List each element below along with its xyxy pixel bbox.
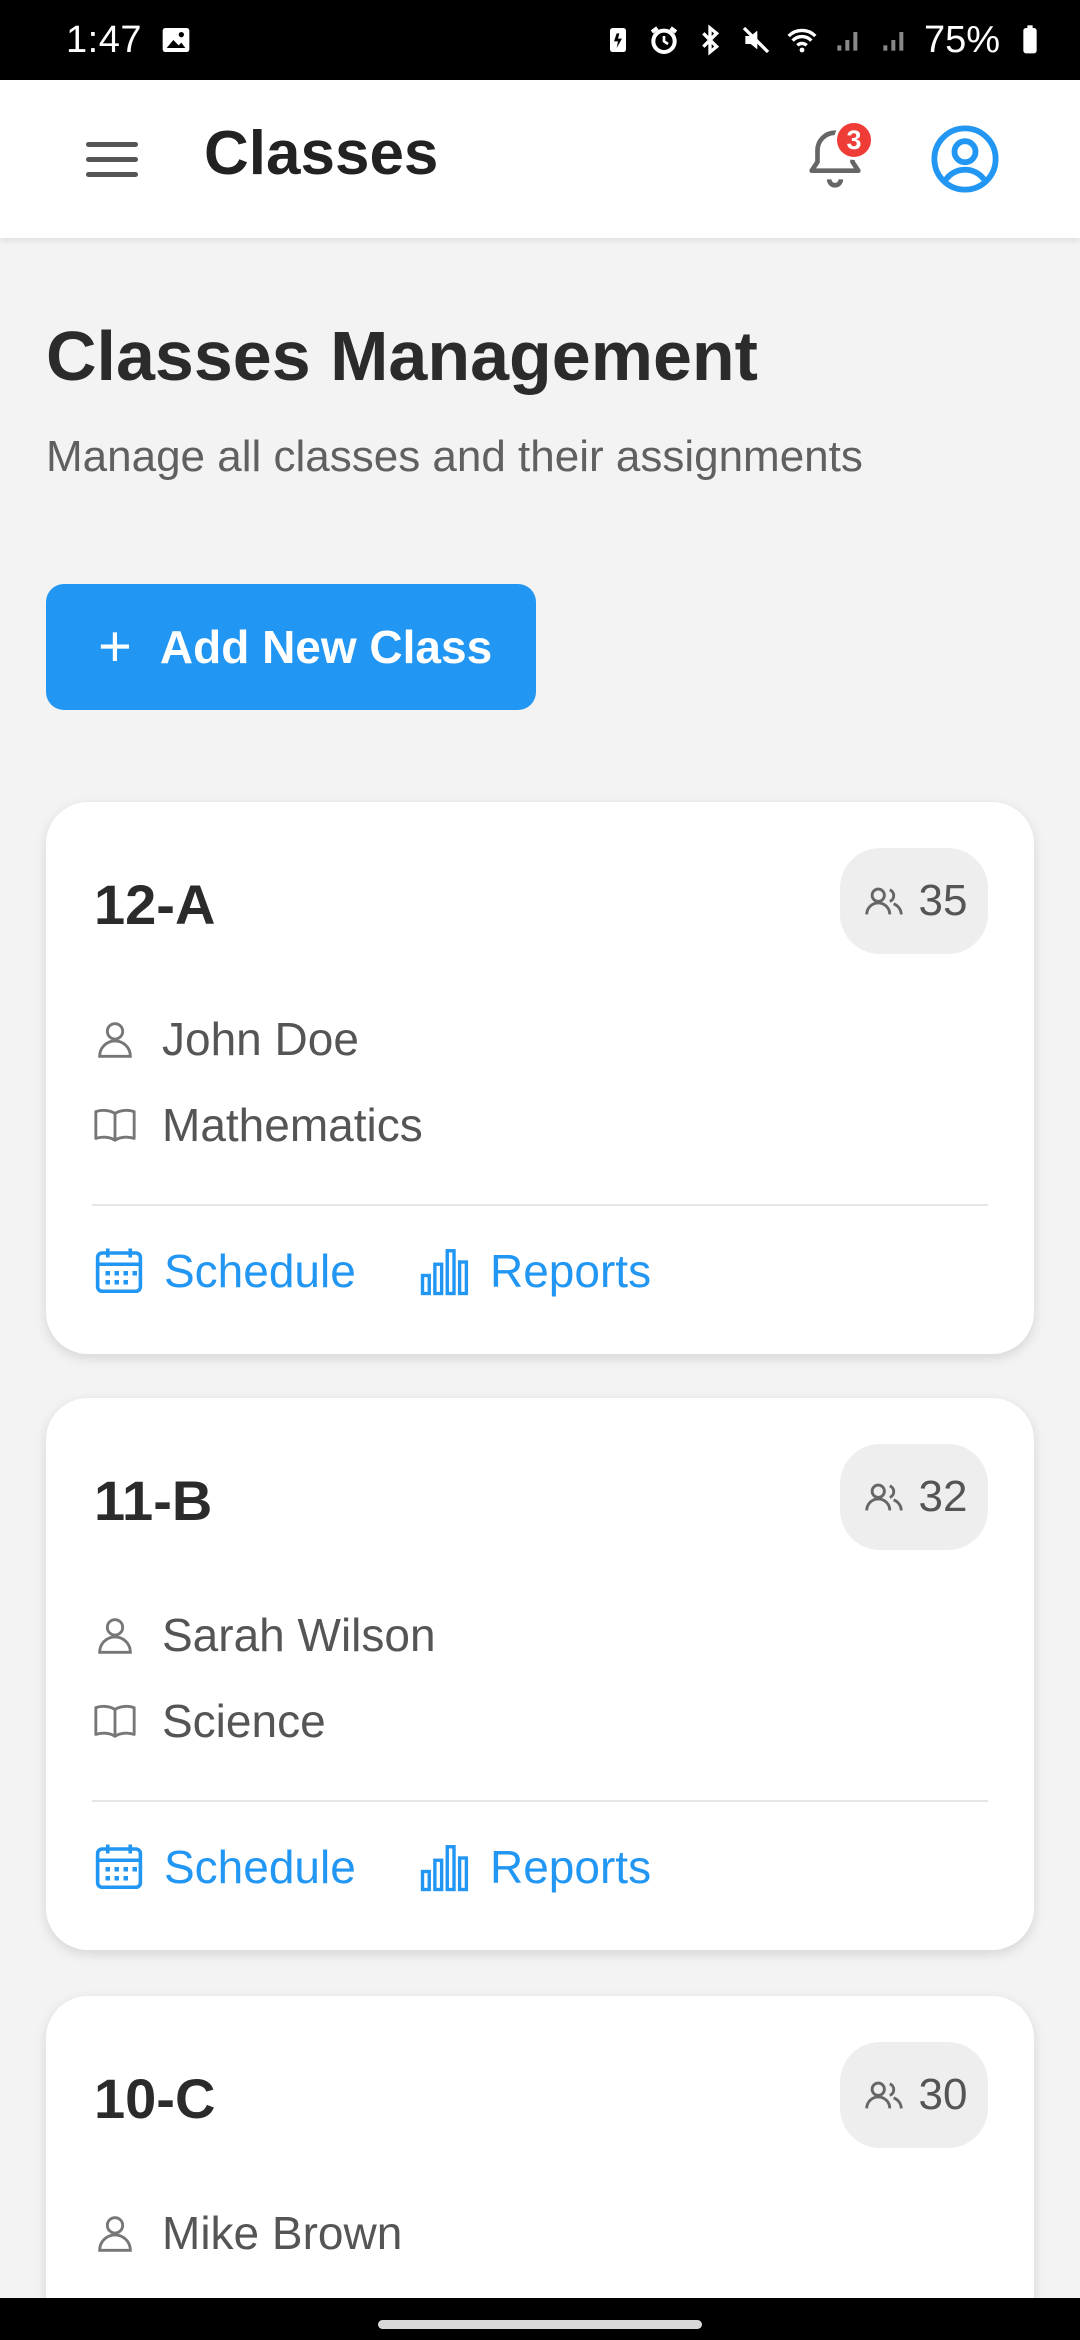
student-count-badge: 35 xyxy=(840,848,988,954)
book-icon xyxy=(94,1704,136,1738)
subject-name: Science xyxy=(162,1695,326,1747)
schedule-label: Schedule xyxy=(164,1245,356,1297)
notification-badge: 3 xyxy=(834,120,874,160)
app-bar-title: Classes xyxy=(204,119,439,188)
reports-link[interactable]: Reports xyxy=(418,1840,651,1894)
student-count: 30 xyxy=(918,2070,968,2119)
schedule-label: Schedule xyxy=(164,1841,356,1893)
person-icon xyxy=(98,1618,132,1654)
class-card[interactable]: 12-A 35 John Doe Mathematics Schedule Re… xyxy=(46,802,1034,1354)
student-count: 35 xyxy=(918,876,968,925)
add-class-label: Add New Class xyxy=(159,621,493,673)
people-icon xyxy=(864,887,903,915)
battery-percent: 75% xyxy=(923,18,1000,61)
alarm-icon xyxy=(650,26,678,54)
people-icon xyxy=(864,1483,903,1511)
schedule-link[interactable]: Schedule xyxy=(92,1840,356,1894)
calendar-icon xyxy=(95,1844,143,1890)
teacher-name: Mike Brown xyxy=(162,2207,403,2259)
class-card[interactable]: 10-C 30 Mike Brown xyxy=(46,1996,1034,2340)
menu-icon[interactable] xyxy=(86,142,138,178)
student-count: 32 xyxy=(918,1472,968,1521)
system-nav-bar xyxy=(0,2298,1080,2340)
subject-row: Mathematics xyxy=(92,1098,423,1152)
class-name: 10-C xyxy=(94,2067,216,2130)
divider xyxy=(92,1800,988,1802)
student-count-badge: 30 xyxy=(840,2042,988,2148)
people-icon xyxy=(864,2081,903,2109)
reports-label: Reports xyxy=(490,1245,652,1297)
battery-icon xyxy=(1023,25,1037,54)
gallery-icon xyxy=(162,28,190,52)
person-icon xyxy=(98,2216,132,2252)
teacher-row: Sarah Wilson xyxy=(92,1608,436,1662)
bar-chart-icon xyxy=(420,1845,469,1892)
divider xyxy=(92,1204,988,1206)
add-class-button[interactable]: + Add New Class xyxy=(46,584,536,710)
subject-row: Science xyxy=(92,1694,326,1748)
bar-chart-icon xyxy=(420,1249,469,1296)
reports-label: Reports xyxy=(490,1841,652,1893)
teacher-row: John Doe xyxy=(92,1012,359,1066)
wifi-icon xyxy=(787,28,817,53)
student-count-badge: 32 xyxy=(840,1444,988,1550)
page-subtitle: Manage all classes and their assignments xyxy=(46,432,863,481)
class-name: 11-B xyxy=(94,1469,213,1532)
signal-icon xyxy=(837,32,858,51)
page-title: Classes Management xyxy=(46,317,758,395)
mute-icon xyxy=(742,26,770,54)
status-time: 1:47 xyxy=(66,18,142,61)
teacher-name: Sarah Wilson xyxy=(162,1609,436,1661)
bluetooth-icon xyxy=(702,24,720,56)
teacher-name: John Doe xyxy=(162,1013,359,1065)
calendar-icon xyxy=(95,1248,143,1294)
reports-link[interactable]: Reports xyxy=(418,1244,651,1298)
teacher-row: Mike Brown xyxy=(92,2206,402,2260)
plus-icon: + xyxy=(98,614,132,679)
class-name: 12-A xyxy=(94,873,216,936)
status-bar: 1:47 75% xyxy=(0,0,1080,80)
battery-saver-icon xyxy=(609,28,626,52)
subject-name: Mathematics xyxy=(162,1099,423,1151)
book-icon xyxy=(94,1108,136,1142)
signal-icon xyxy=(883,32,904,51)
account-circle-icon[interactable] xyxy=(930,124,1000,194)
class-card[interactable]: 11-B 32 Sarah Wilson Science Schedule Re… xyxy=(46,1398,1034,1950)
app-bar: Classes 3 xyxy=(0,80,1080,238)
person-icon xyxy=(98,1022,132,1058)
home-gesture-handle[interactable] xyxy=(378,2320,702,2329)
schedule-link[interactable]: Schedule xyxy=(92,1244,356,1298)
